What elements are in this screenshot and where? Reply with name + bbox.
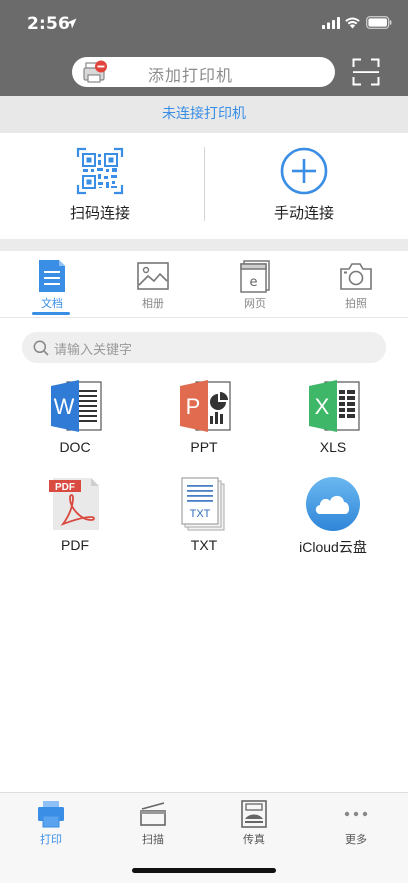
tab-camera[interactable]: 拍照 bbox=[326, 259, 386, 311]
app-screen: 2:56 添加打印机 未连接打印机 扫码连接 手动连接 文档 相册 e 网页 拍… bbox=[0, 0, 408, 883]
keyword-search-input[interactable]: 请输入关键字 bbox=[22, 332, 386, 363]
file-type-pdf[interactable]: PDF PDF bbox=[15, 476, 135, 553]
powerpoint-icon-letter: P bbox=[186, 394, 201, 419]
location-arrow-icon bbox=[66, 18, 77, 29]
webpage-icon: e bbox=[240, 260, 270, 293]
fax-icon bbox=[241, 800, 267, 828]
section-separator bbox=[0, 239, 408, 251]
source-tabs: 文档 相册 e 网页 拍照 bbox=[0, 251, 408, 318]
icloud-icon bbox=[306, 477, 360, 531]
bottom-tab-print[interactable]: 打印 bbox=[21, 799, 81, 847]
cellular-signal-icon bbox=[322, 17, 340, 29]
top-header: 2:56 添加打印机 bbox=[0, 0, 408, 96]
tab-photo[interactable]: 相册 bbox=[123, 259, 183, 311]
txt-icon-label: TXT bbox=[190, 508, 211, 520]
file-type-ppt[interactable]: P PPT bbox=[144, 378, 264, 455]
qr-connect-label: 扫码连接 bbox=[69, 204, 130, 222]
pdf-icon-label: PDF bbox=[55, 482, 75, 493]
tab-document-label: 文档 bbox=[41, 297, 63, 310]
document-icon bbox=[39, 260, 65, 292]
photo-icon bbox=[137, 262, 169, 290]
word-doc-icon: W bbox=[51, 380, 102, 432]
scan-icon bbox=[140, 802, 166, 826]
file-type-xls[interactable]: X XLS bbox=[273, 378, 393, 455]
file-type-doc[interactable]: W DOC bbox=[15, 378, 135, 455]
txt-icon: TXT bbox=[181, 477, 225, 531]
file-type-icloud-label: iCloud云盘 bbox=[299, 539, 367, 555]
search-icon bbox=[33, 340, 49, 356]
tab-webpage-label: 网页 bbox=[244, 297, 266, 310]
tab-document[interactable]: 文档 bbox=[22, 259, 82, 311]
file-type-xls-label: XLS bbox=[319, 439, 347, 455]
qr-code-icon bbox=[76, 147, 124, 195]
connect-panel: 扫码连接 手动连接 bbox=[0, 133, 408, 239]
bottom-tab-fax-label: 传真 bbox=[243, 833, 265, 846]
printer-disconnected-icon bbox=[83, 60, 107, 83]
bottom-tab-fax[interactable]: 传真 bbox=[224, 799, 284, 847]
more-icon bbox=[344, 811, 368, 817]
file-type-pdf-label: PDF bbox=[61, 537, 89, 553]
excel-icon-letter: X bbox=[315, 394, 330, 419]
tab-webpage[interactable]: e 网页 bbox=[225, 259, 285, 311]
bottom-tab-more-label: 更多 bbox=[345, 833, 367, 846]
file-type-txt-label: TXT bbox=[190, 537, 218, 553]
word-doc-icon-letter: W bbox=[54, 394, 75, 419]
qr-connect-button[interactable]: 扫码连接 bbox=[30, 147, 170, 233]
add-printer-search[interactable]: 添加打印机 bbox=[72, 57, 335, 87]
bottom-tab-scan[interactable]: 扫描 bbox=[123, 799, 183, 847]
print-icon bbox=[38, 801, 64, 828]
status-bar: 2:56 bbox=[0, 0, 408, 48]
file-type-txt[interactable]: TXT TXT bbox=[144, 476, 264, 553]
bottom-tab-more[interactable]: 更多 bbox=[326, 799, 386, 847]
keyword-search-placeholder: 请输入关键字 bbox=[54, 343, 133, 358]
wifi-icon bbox=[345, 17, 360, 29]
tab-photo-label: 相册 bbox=[142, 297, 164, 310]
add-printer-placeholder: 添加打印机 bbox=[148, 66, 234, 85]
battery-icon bbox=[366, 16, 392, 29]
status-time: 2:56 bbox=[27, 14, 71, 34]
add-circle-icon bbox=[280, 147, 328, 195]
camera-icon bbox=[340, 263, 372, 290]
file-type-doc-label: DOC bbox=[59, 439, 91, 455]
scan-frame-icon[interactable] bbox=[352, 58, 380, 86]
pdf-icon: PDF bbox=[49, 478, 99, 530]
svg-text:e: e bbox=[250, 275, 258, 290]
excel-icon: X bbox=[309, 380, 360, 432]
bottom-tab-print-label: 打印 bbox=[40, 833, 62, 846]
printer-status-banner: 未连接打印机 bbox=[0, 96, 408, 133]
file-type-ppt-label: PPT bbox=[190, 439, 218, 455]
powerpoint-icon: P bbox=[180, 380, 231, 432]
tab-camera-label: 拍照 bbox=[345, 297, 367, 310]
active-tab-indicator bbox=[32, 312, 70, 315]
manual-connect-button[interactable]: 手动连接 bbox=[234, 147, 374, 233]
manual-connect-label: 手动连接 bbox=[273, 204, 334, 222]
home-indicator bbox=[132, 868, 276, 873]
bottom-tab-scan-label: 扫描 bbox=[142, 833, 164, 846]
file-type-icloud[interactable]: iCloud云盘 bbox=[273, 476, 393, 557]
connect-divider bbox=[204, 147, 205, 221]
